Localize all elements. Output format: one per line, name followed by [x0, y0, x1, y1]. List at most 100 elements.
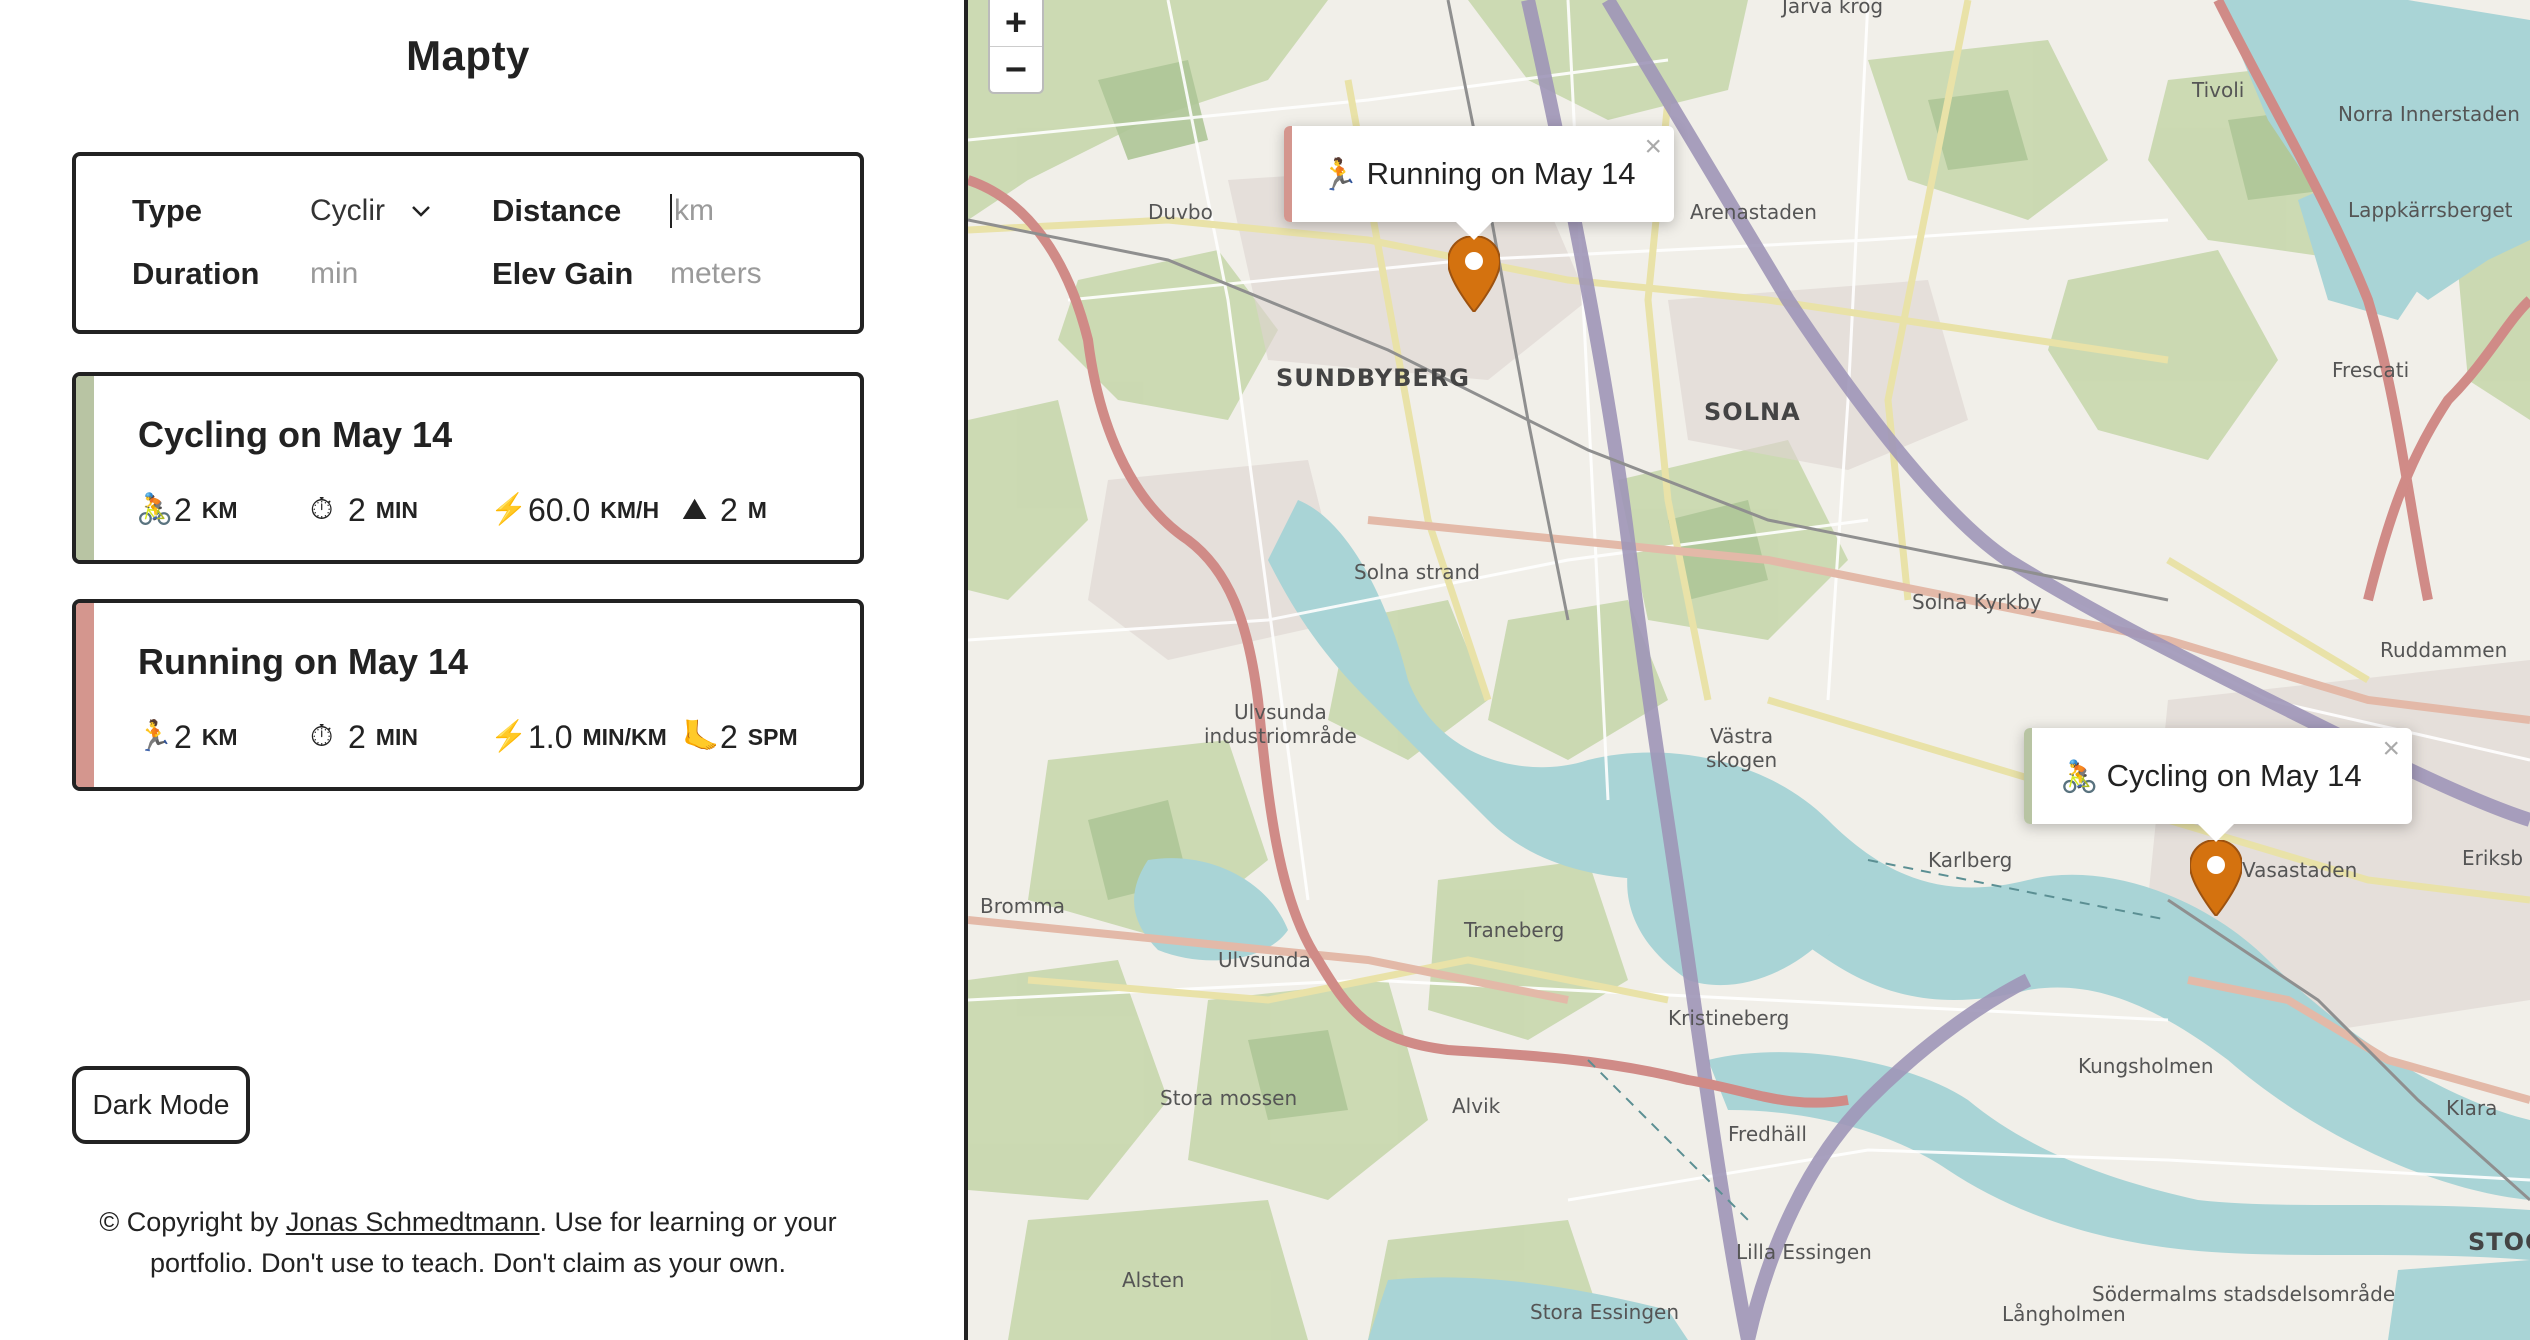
duration-placeholder: min: [310, 257, 359, 290]
distance-placeholder: km: [674, 194, 714, 227]
map-label-duvbo: Duvbo: [1148, 200, 1213, 224]
map-label-tivoli: Tivoli: [2192, 78, 2245, 102]
map-label-kristineberg: Kristineberg: [1668, 1006, 1790, 1030]
workout-card-running[interactable]: Running on May 14 🏃 2 KM ⏱ 2 MIN ⚡ 1.0 M…: [72, 599, 864, 791]
stat-unit: KM/H: [600, 496, 660, 523]
map-label-stora-mossen: Stora mossen: [1160, 1086, 1298, 1110]
elev-gain-placeholder: meters: [670, 257, 762, 290]
popup-running[interactable]: 🏃 Running on May 14 ×: [1284, 126, 1674, 240]
map-label-sundbyberg: SUNDBYBERG: [1276, 364, 1471, 392]
map-label-alsten: Alsten: [1122, 1268, 1185, 1292]
stat-unit: SPM: [747, 723, 798, 750]
lightning-icon: ⚡: [490, 493, 528, 526]
workout-form: Type Cyclir Distance km Duration min Ele…: [72, 152, 864, 334]
bike-icon: 🚴: [136, 493, 174, 526]
stat-value: 2: [348, 718, 366, 755]
map-label-klara: Klara: [2446, 1096, 2498, 1120]
map-label-arenastaden: Arenastaden: [1690, 200, 1817, 224]
popup-label: Running on May 14: [1366, 156, 1636, 191]
stat-elevation: ⛰ 2 M: [682, 488, 767, 532]
popup-cycling-text: 🚴 Cycling on May 14: [2060, 728, 2362, 824]
stat-duration: ⏱ 2 MIN: [310, 488, 418, 532]
duration-input[interactable]: min: [310, 257, 492, 291]
map-label-alvik: Alvik: [1452, 1094, 1501, 1118]
popup-accent: [2024, 728, 2032, 824]
app-logo: Mapty: [406, 32, 530, 79]
stat-unit: M: [747, 496, 767, 523]
stat-unit: KM: [201, 496, 238, 523]
map-label-norra-innerstaden: Norra Innerstaden: [2338, 102, 2520, 126]
map-label-jarva: Järva krog: [1782, 0, 1884, 18]
type-select[interactable]: Cyclir: [310, 194, 492, 228]
bike-icon: 🚴: [2060, 758, 2099, 794]
distance-input[interactable]: km: [670, 194, 810, 228]
copyright: © Copyright by Jonas Schmedtmann. Use fo…: [72, 1202, 864, 1284]
popup-running-text: 🏃 Running on May 14: [1320, 126, 1635, 222]
close-icon[interactable]: ×: [1644, 130, 1662, 164]
stat-distance: 🚴 2 KM: [136, 488, 238, 532]
author-link[interactable]: Jonas Schmedtmann: [286, 1207, 540, 1237]
workout-accent-bar: [76, 603, 94, 787]
lightning-icon: ⚡: [490, 720, 528, 753]
map-marker-cycling[interactable]: [2190, 840, 2242, 916]
chevron-down-icon: [412, 206, 430, 217]
stat-cadence: 🦶 2 SPM: [682, 715, 798, 759]
workout-title: Cycling on May 14: [138, 414, 453, 455]
map-label-kungsholmen: Kungsholmen: [2078, 1054, 2214, 1078]
map-marker-running[interactable]: [1448, 236, 1500, 312]
workout-card-cycling[interactable]: Cycling on May 14 🚴 2 KM ⏱ 2 MIN ⚡ 60.0 …: [72, 372, 864, 564]
close-icon[interactable]: ×: [2382, 732, 2400, 766]
stat-value: 2: [174, 491, 192, 528]
dark-mode-button[interactable]: Dark Mode: [72, 1066, 250, 1144]
stat-value: 2: [720, 491, 738, 528]
map-label-eriksberg: Eriksb: [2462, 846, 2524, 870]
stat-unit: MIN: [375, 723, 418, 750]
map-label-fredhall: Fredhäll: [1728, 1122, 1807, 1146]
stat-value: 2: [348, 491, 366, 528]
map-label-stockholm: STOC: [2468, 1228, 2530, 1256]
map-label-lappkarrsberget: Lappkärrsberget: [2348, 198, 2513, 222]
workout-title: Running on May 14: [138, 641, 469, 682]
mountain-icon: ⛰: [682, 493, 708, 526]
zoom-control: + −: [988, 0, 1044, 94]
popup-label: Cycling on May 14: [2106, 758, 2362, 793]
stat-unit: MIN/KM: [582, 723, 667, 750]
map-label-ulvsunda: Ulvsunda: [1218, 948, 1311, 972]
stat-speed: ⚡ 60.0 KM/H: [490, 488, 659, 532]
stat-value: 60.0: [528, 491, 591, 528]
popup-accent: [1284, 126, 1292, 222]
map-label-lilla-essingen: Lilla Essingen: [1736, 1240, 1872, 1264]
stat-pace: ⚡ 1.0 MIN/KM: [490, 715, 667, 759]
stat-value: 1.0: [528, 718, 573, 755]
map-label-stora-essingen: Stora Essingen: [1530, 1300, 1679, 1324]
stat-value: 2: [174, 718, 192, 755]
copyright-prefix: © Copyright by: [99, 1207, 286, 1237]
type-select-value: Cyclir: [310, 194, 385, 227]
map-label-ruddammen: Ruddammen: [2380, 638, 2508, 662]
map-label-solna: SOLNA: [1704, 398, 1801, 426]
map-label-vasastaden: Vasastaden: [2242, 858, 2358, 882]
zoom-out-button[interactable]: −: [990, 47, 1042, 93]
stat-distance: 🏃 2 KM: [136, 715, 238, 759]
map-label-ulvsunda-industri: Ulvsunda industriområde: [1204, 700, 1357, 748]
sidebar: Mapty Type Cyclir Distance km Duration m…: [0, 0, 968, 1340]
text-cursor: [670, 194, 672, 228]
map-label-vastra-skogen: Västra skogen: [1706, 724, 1778, 772]
elev-gain-label: Elev Gain: [492, 256, 634, 291]
runner-icon: 🏃: [1320, 156, 1359, 192]
type-label: Type: [132, 193, 203, 228]
distance-label: Distance: [492, 193, 622, 228]
stat-value: 2: [720, 718, 738, 755]
map[interactable]: SUNDBYBERG SOLNA Duvbo Arenastaden Solna…: [968, 0, 2530, 1340]
popup-cycling[interactable]: 🚴 Cycling on May 14 ×: [2024, 728, 2412, 842]
runner-icon: 🏃: [136, 720, 174, 753]
elev-gain-input[interactable]: meters: [670, 257, 810, 291]
zoom-in-button[interactable]: +: [990, 0, 1042, 47]
stat-unit: KM: [201, 723, 238, 750]
map-label-sodermalm: Södermalms stadsdelsområde: [2092, 1282, 2396, 1306]
stopwatch-icon: ⏱: [310, 493, 334, 526]
duration-label: Duration: [132, 256, 260, 291]
map-label-karlberg: Karlberg: [1928, 848, 2013, 872]
map-label-traneberg: Traneberg: [1464, 918, 1565, 942]
map-label-solna-kyrkby: Solna Kyrkby: [1912, 590, 2042, 614]
